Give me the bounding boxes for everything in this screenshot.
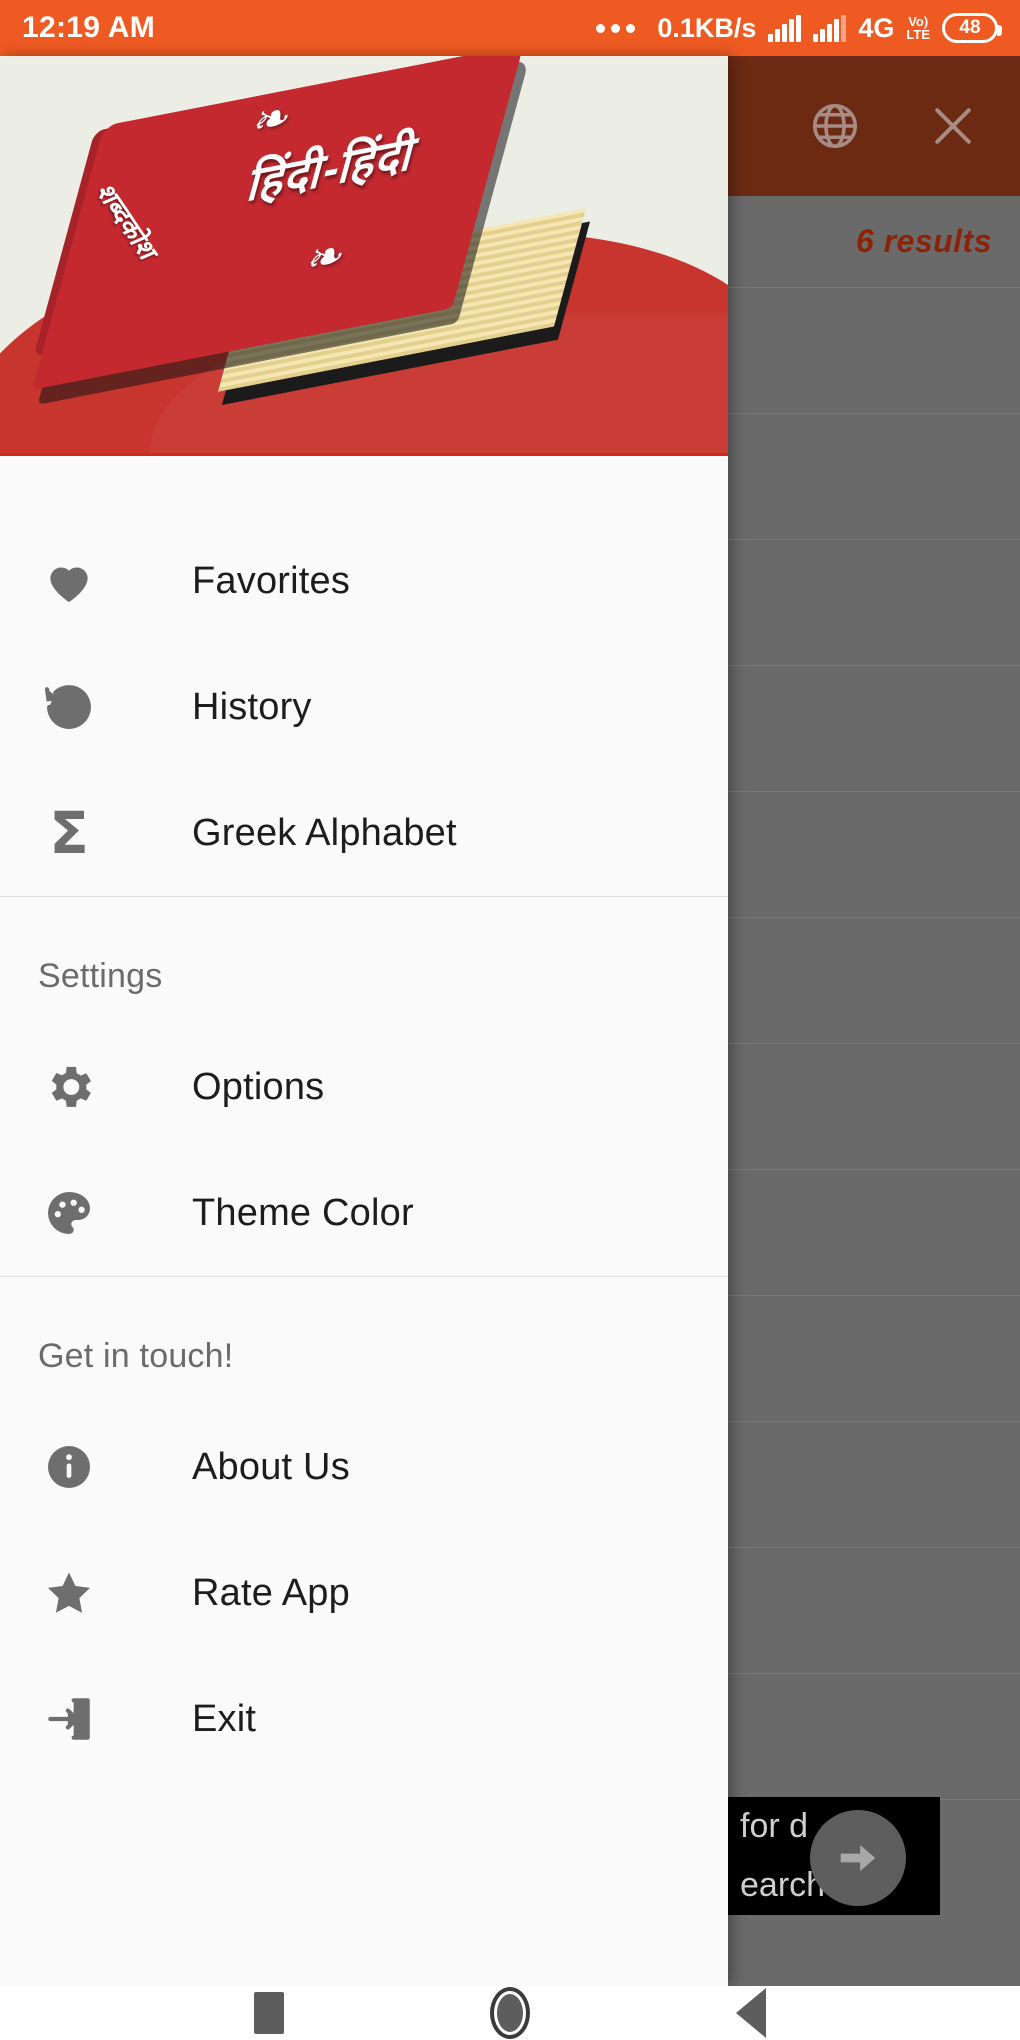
heart-icon [38, 550, 100, 612]
sidebar-item-rate-app[interactable]: Rate App [0, 1530, 728, 1656]
drawer-group-settings: Settings Options Theme Color [0, 897, 728, 1276]
sidebar-item-label: About Us [192, 1445, 350, 1488]
phone-screen: 12:19 AM 0.1KB/s 4G Vo) LTE 48 6 results… [0, 0, 1020, 2040]
sidebar-item-label: History [192, 685, 312, 728]
android-navigation-bar [0, 1986, 1020, 2040]
sidebar-item-greek-alphabet[interactable]: Σ Greek Alphabet [0, 770, 728, 896]
battery-level-label: 48 [959, 17, 981, 38]
status-clock: 12:19 AM [22, 11, 156, 44]
drawer-section-label-settings: Settings [38, 957, 163, 995]
sidebar-item-about-us[interactable]: About Us [0, 1404, 728, 1530]
square-recents-icon[interactable] [254, 1992, 284, 2034]
sidebar-item-label: Theme Color [192, 1191, 414, 1234]
palette-icon [38, 1182, 100, 1244]
sidebar-item-favorites[interactable]: Favorites [0, 518, 728, 644]
sidebar-item-exit[interactable]: Exit [0, 1656, 728, 1782]
network-type-label: 4G [858, 12, 895, 43]
triangle-back-icon[interactable] [736, 1988, 766, 2038]
info-circle-icon [38, 1436, 100, 1498]
sidebar-item-theme-color[interactable]: Theme Color [0, 1150, 728, 1276]
battery-icon: 48 [942, 13, 1002, 43]
volte-icon: Vo) LTE [906, 15, 930, 41]
close-icon[interactable] [926, 99, 980, 153]
star-icon [38, 1562, 100, 1624]
signal-bars-icon [768, 14, 802, 42]
more-dots-icon [596, 23, 636, 33]
arrow-right-icon[interactable] [810, 1810, 906, 1906]
drawer-group-main: Favorites History Σ Greek Alphabet [0, 456, 728, 896]
sigma-icon: Σ [49, 799, 89, 867]
status-bar: 12:19 AM 0.1KB/s 4G Vo) LTE 48 [0, 0, 1020, 56]
circle-home-icon[interactable] [490, 1987, 530, 2039]
sidebar-item-label: Options [192, 1065, 325, 1108]
status-indicators: 0.1KB/s 4G Vo) LTE 48 [596, 12, 1002, 44]
signal-bars-icon-2 [813, 14, 847, 42]
sidebar-item-label: Greek Alphabet [192, 811, 457, 854]
sidebar-item-history[interactable]: History [0, 644, 728, 770]
exit-icon [38, 1688, 100, 1750]
sidebar-item-label: Favorites [192, 559, 351, 602]
sidebar-item-label: Exit [192, 1697, 257, 1740]
history-icon [38, 676, 100, 738]
volte-line-2: LTE [906, 27, 930, 42]
drawer-group-contact: Get in touch! About Us Rate App Exit [0, 1277, 728, 1782]
navigation-drawer: ❧ हिंदी-हिंदी ❧ शब्दकोश Favorites Histor… [0, 56, 728, 1986]
sidebar-item-label: Rate App [192, 1571, 350, 1614]
globe-icon[interactable] [808, 99, 862, 153]
gear-icon [38, 1056, 100, 1118]
network-speed-label: 0.1KB/s [657, 12, 757, 43]
results-count-label: 6 results [855, 223, 992, 259]
drawer-section-label-contact: Get in touch! [38, 1337, 234, 1375]
dictionary-book-illustration: ❧ हिंदी-हिंदी ❧ शब्दकोश [32, 56, 618, 434]
drawer-header-image: ❧ हिंदी-हिंदी ❧ शब्दकोश [0, 56, 728, 456]
sidebar-item-options[interactable]: Options [0, 1024, 728, 1150]
